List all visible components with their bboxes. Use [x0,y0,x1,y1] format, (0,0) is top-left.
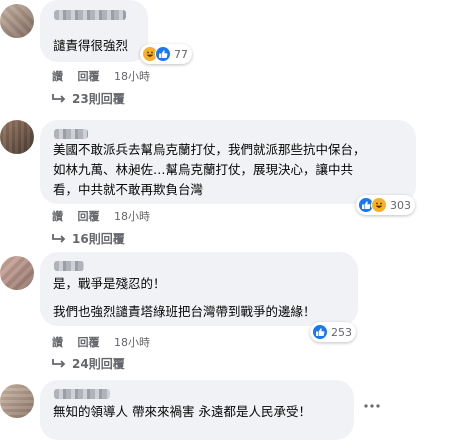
comment-actions: 讚 回覆 18小時 [52,68,161,84]
reply-button[interactable]: 回覆 [78,210,100,223]
comment-bubble: 美國不敢派兵去幫烏克蘭打仗，我們就派那些抗中保台， 如林九萬、林昶佐…幫烏克蘭打… [40,120,416,204]
comment-actions: 讚 回覆 18小時 [52,334,161,350]
more-options-icon[interactable] [364,404,380,408]
comment-text: 無知的領導人 帶來來禍害 永遠都是人民承受！ [53,404,311,419]
comment-text-line: 是，戰爭是殘忍的！ [53,276,166,291]
comment-text: 譴責得很強烈 [53,38,129,53]
commenter-name-blurred[interactable] [54,389,110,399]
commenter-name-blurred[interactable] [54,129,88,139]
comment-text-line: 如林九萬、林昶佐…幫烏克蘭打仗，展現決心，讓中共 [53,162,354,177]
reply-button[interactable]: 回覆 [78,336,100,349]
view-replies-link[interactable]: 24則回覆 [52,355,125,372]
reaction-count: 303 [390,198,411,212]
commenter-avatar[interactable] [0,384,34,418]
comment-timestamp[interactable]: 18小時 [114,210,150,223]
comment-actions: 讚 回覆 18小時 [52,208,161,224]
commenter-name-blurred[interactable] [54,261,84,271]
like-button[interactable]: 讚 [52,210,63,223]
like-icon [312,324,328,340]
comment-timestamp[interactable]: 18小時 [114,70,150,83]
haha-icon [371,197,387,213]
comment-bubble: 是，戰爭是殘忍的！ 我們也強烈譴責塔綠班把台灣帶到戰爭的邊緣！ [40,252,358,326]
reaction-count: 253 [331,325,352,339]
replies-label: 23則回覆 [72,92,125,106]
comment-text-line: 看，中共就不敢再欺負台灣 [53,182,204,197]
like-button[interactable]: 讚 [52,336,63,349]
comment-text-line: 我們也強烈譴責塔綠班把台灣帶到戰爭的邊緣！ [53,304,316,319]
reaction-summary[interactable]: 253 [310,322,356,342]
reply-arrow-icon [52,358,66,368]
like-button[interactable]: 讚 [52,70,63,83]
comment-bubble: 譴責得很強烈 [40,0,148,62]
reply-button[interactable]: 回覆 [78,70,100,83]
comment-bubble: 無知的領導人 帶來來禍害 永遠都是人民承受！ [40,380,354,440]
commenter-avatar[interactable] [0,120,34,154]
replies-label: 24則回覆 [72,357,125,371]
commenter-avatar[interactable] [0,4,34,38]
view-replies-link[interactable]: 23則回覆 [52,90,125,107]
reaction-summary[interactable]: 303 [356,195,415,215]
comment-timestamp[interactable]: 18小時 [114,336,150,349]
reply-arrow-icon [52,233,66,243]
like-icon [155,46,171,62]
reaction-count: 77 [174,47,188,61]
replies-label: 16則回覆 [72,232,125,246]
reaction-summary[interactable]: 77 [140,44,192,64]
commenter-avatar[interactable] [0,256,34,290]
commenter-name-blurred[interactable] [54,10,126,20]
reply-arrow-icon [52,93,66,103]
comment-text-line: 美國不敢派兵去幫烏克蘭打仗，我們就派那些抗中保台， [53,142,366,157]
view-replies-link[interactable]: 16則回覆 [52,230,125,247]
